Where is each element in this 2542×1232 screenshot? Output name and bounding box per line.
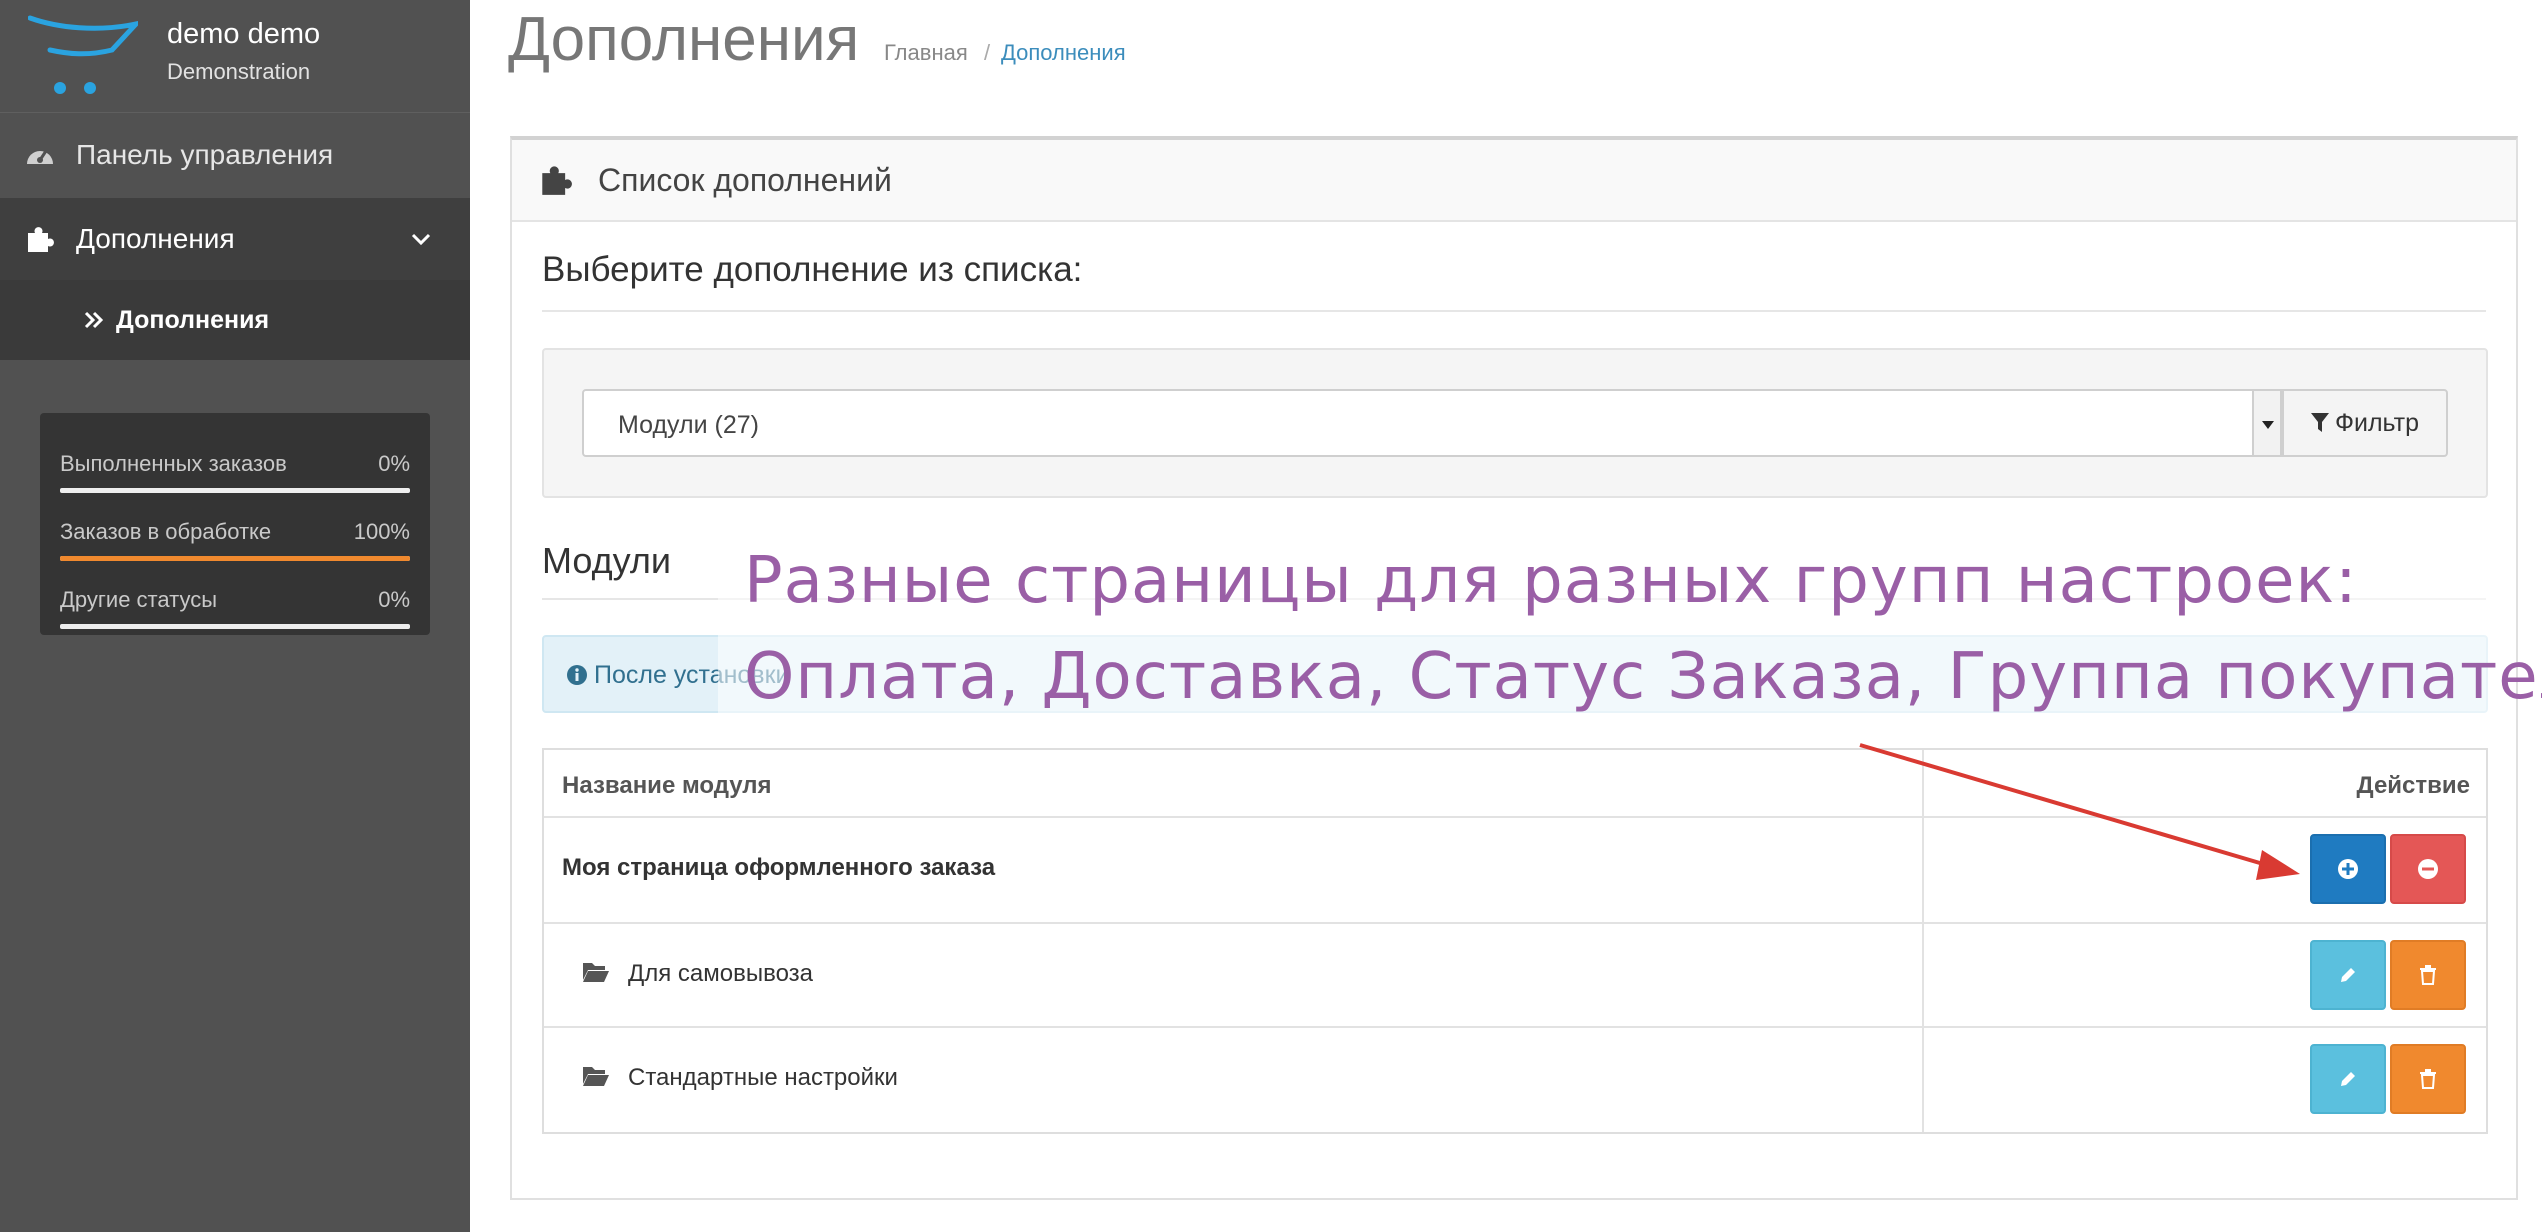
edit-button[interactable] — [2310, 1044, 2386, 1114]
trash-icon — [2420, 1069, 2436, 1089]
select-value: Модули (27) — [618, 411, 759, 439]
order-stats: Выполненных заказов 0% Заказов в обработ… — [40, 413, 430, 635]
panel-title: Список дополнений — [598, 162, 892, 198]
puzzle-icon — [24, 223, 56, 255]
table-row: Для самовывоза — [544, 924, 2486, 1028]
select-addon-heading: Выберите дополнение из списка: — [542, 250, 1083, 289]
page-title: Дополнения — [508, 5, 860, 74]
cart-logo-icon — [28, 15, 138, 94]
double-chevron-right-icon — [78, 304, 110, 336]
stat-other: Другие статусы 0% — [60, 567, 410, 629]
stat-label: Другие статусы — [60, 587, 218, 612]
module-title: Моя страница оформленного заказа — [562, 854, 996, 881]
user-profile: demo demo Demonstration — [0, 0, 470, 112]
sidebar-item-label: Дополнения — [76, 223, 235, 254]
table-row-module: Моя страница оформленного заказа — [544, 818, 2486, 924]
folder-open-icon — [583, 963, 609, 982]
puzzle-icon — [542, 166, 572, 195]
info-circle-icon — [567, 665, 587, 685]
breadcrumb-home-link[interactable]: Главная — [884, 40, 968, 66]
trash-icon — [2420, 965, 2436, 985]
chevron-down-icon — [411, 233, 431, 246]
annotation-text-line: Разные страницы для разных групп настрое… — [744, 544, 2358, 618]
delete-button[interactable] — [2390, 940, 2466, 1010]
stat-completed: Выполненных заказов 0% — [60, 431, 410, 493]
sidebar-subitem-addons[interactable]: Дополнения — [0, 280, 470, 360]
row-label: Стандартные настройки — [628, 1064, 898, 1091]
divider — [542, 310, 2486, 312]
install-button[interactable] — [2310, 834, 2386, 904]
sidebar-item-addons[interactable]: Дополнения — [0, 198, 470, 280]
edit-button[interactable] — [2310, 940, 2386, 1010]
addon-type-select[interactable]: Модули (27) — [582, 389, 2282, 457]
uninstall-button[interactable] — [2390, 834, 2466, 904]
annotation-text-line: Оплата, Доставка, Статус Заказа, Группа … — [744, 640, 2542, 714]
column-header-name: Название модуля — [562, 772, 772, 799]
panel-header: Список дополнений — [512, 140, 2516, 222]
stat-progress-bar — [60, 488, 410, 493]
sidebar-item-label: Дополнения — [116, 305, 270, 334]
modules-table: Название модуля Действие Моя страница оф… — [542, 748, 2488, 1134]
stat-progress-bar — [60, 624, 410, 629]
caret-down-icon — [2252, 391, 2280, 455]
stat-value: 0% — [378, 451, 410, 476]
sidebar: demo demo Demonstration Панель управлени… — [0, 0, 470, 1232]
filter-funnel-icon — [2311, 413, 2329, 432]
stat-value: 100% — [353, 519, 410, 544]
stat-progress-bar — [60, 556, 410, 561]
filter-label: Фильтр — [2335, 408, 2419, 437]
filter-button[interactable]: Фильтр — [2282, 389, 2448, 457]
modules-section-title: Модули — [542, 540, 671, 581]
minus-circle-icon — [2418, 859, 2438, 879]
delete-button[interactable] — [2390, 1044, 2466, 1114]
column-header-action: Действие — [2356, 772, 2470, 799]
stat-label: Выполненных заказов — [60, 451, 287, 476]
breadcrumb-current-link[interactable]: Дополнения — [1001, 40, 1126, 66]
stat-value: 0% — [378, 587, 410, 612]
plus-circle-icon — [2338, 859, 2358, 879]
sidebar-item-dashboard[interactable]: Панель управления — [0, 112, 470, 196]
table-header-row: Название модуля Действие — [544, 750, 2486, 818]
breadcrumb-separator: / — [984, 40, 991, 65]
dashboard-gauge-icon — [24, 139, 56, 171]
user-name: demo demo — [167, 18, 321, 50]
stat-label: Заказов в обработке — [60, 519, 272, 544]
stat-processing: Заказов в обработке 100% — [60, 499, 410, 561]
sidebar-item-label: Панель управления — [76, 138, 334, 170]
pencil-icon — [2341, 968, 2355, 982]
user-role: Demonstration — [167, 59, 311, 84]
pencil-icon — [2341, 1072, 2355, 1086]
folder-open-icon — [583, 1067, 609, 1086]
table-row: Стандартные настройки — [544, 1028, 2486, 1132]
row-label: Для самовывоза — [628, 960, 814, 987]
